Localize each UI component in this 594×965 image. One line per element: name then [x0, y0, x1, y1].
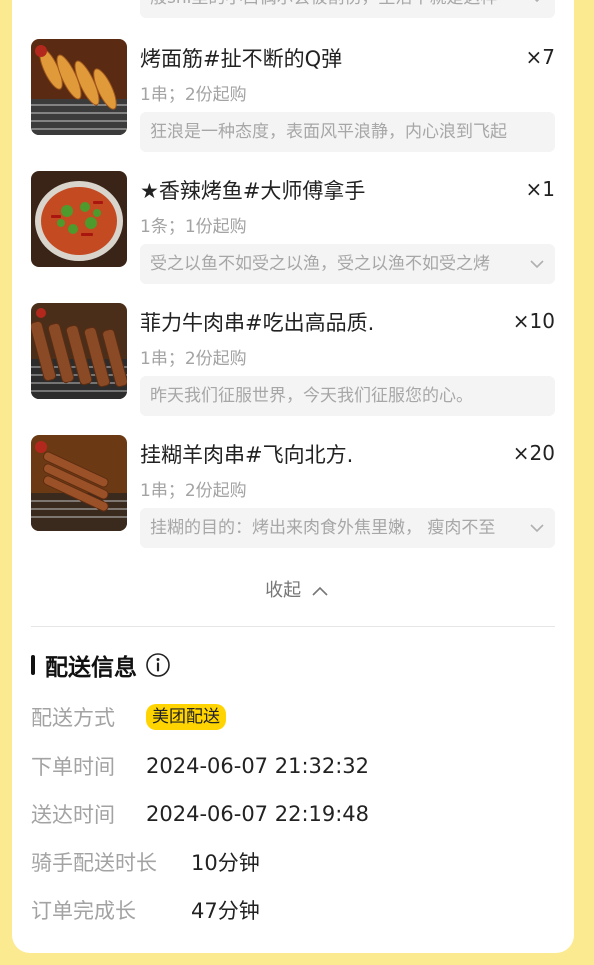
item-name: 菲力牛肉串#吃出高品质. [140, 311, 375, 335]
list-item[interactable]: 菲力牛肉串#吃出高品质. ×10 1串；2份起购 昨天我们征服世界，今天我们征服… [31, 303, 555, 423]
section-accent-bar [31, 655, 35, 675]
beef-skewer-image [31, 303, 127, 399]
lamb-skewer-image [31, 435, 127, 531]
item-note[interactable]: 受之以鱼不如受之以渔，受之以渔不如受之烤 [140, 244, 555, 284]
list-item[interactable]: 烤面筋#扯不断的Q弹 ×7 1串；2份起购 狂浪是一种态度，表面风平浪静，内心浪… [31, 39, 555, 159]
item-spec: 1串；2份起购 [140, 349, 247, 369]
chevron-down-icon [530, 260, 544, 269]
arrival-time-label: 送达时间 [31, 803, 115, 827]
collapse-label: 收起 [265, 580, 302, 601]
item-note-text: 昨天我们征服世界，今天我们征服您的心。 [150, 386, 473, 406]
item-spec: 1串；2份起购 [140, 85, 247, 105]
item-note-text: 受之以鱼不如受之以渔，受之以渔不如受之烤 [150, 254, 490, 274]
list-item[interactable]: ★香辣烤鱼#大师傅拿手 ×1 1条；1份起购 受之以鱼不如受之以渔，受之以渔不如… [31, 171, 555, 291]
grilled-gluten-image [31, 39, 127, 135]
item-spec: 1串；2份起购 [140, 481, 247, 501]
chevron-down-icon [530, 524, 544, 533]
chevron-down-icon [534, 0, 540, 3]
order-duration-label: 订单完成长 [31, 899, 136, 923]
previous-item-note[interactable]: 般shi里的小白偶尔会被割伤，生活不就是这样 [140, 0, 555, 18]
order-duration-row: 订单完成长 47分钟 [31, 895, 260, 925]
item-name: 烤面筋#扯不断的Q弹 [140, 47, 343, 71]
item-quantity: ×10 [512, 309, 555, 333]
collapse-button[interactable]: 收起 [0, 576, 594, 602]
item-quantity: ×7 [525, 45, 555, 69]
item-note[interactable]: 挂糊的目的：烤出来肉食外焦里嫩， 瘦肉不至 [140, 508, 555, 548]
item-note-text: 狂浪是一种态度，表面风平浪静，内心浪到飞起 [150, 122, 507, 142]
delivery-method-row: 配送方式 美团配送 [31, 702, 226, 732]
order-time-value: 2024-06-07 21:32:32 [146, 754, 370, 778]
arrival-time-value: 2024-06-07 22:19:48 [146, 802, 370, 826]
previous-item-note-text: 般shi里的小白偶尔会被割伤，生活不就是这样 [150, 0, 497, 18]
rider-duration-value: 10分钟 [191, 851, 260, 875]
order-duration-value: 47分钟 [191, 899, 260, 923]
item-note-text: 挂糊的目的：烤出来肉食外焦里嫩， 瘦肉不至 [150, 518, 496, 538]
divider [31, 626, 555, 627]
order-time-row: 下单时间 2024-06-07 21:32:32 [31, 751, 369, 781]
delivery-method-label: 配送方式 [31, 706, 115, 730]
chevron-up-icon [312, 586, 328, 596]
item-spec: 1条；1份起购 [140, 217, 247, 237]
arrival-time-row: 送达时间 2024-06-07 22:19:48 [31, 799, 369, 829]
item-name: 挂糊羊肉串#飞向北方. [140, 443, 354, 467]
delivery-method-badge: 美团配送 [146, 704, 226, 730]
grilled-fish-image [31, 171, 127, 267]
section-title-text: 配送信息 [45, 655, 137, 681]
rider-duration-label: 骑手配送时长 [31, 851, 157, 875]
rider-duration-row: 骑手配送时长 10分钟 [31, 847, 260, 877]
item-quantity: ×20 [512, 441, 555, 465]
info-icon[interactable] [145, 652, 171, 678]
delivery-section-title: 配送信息 [31, 648, 171, 682]
list-item[interactable]: 挂糊羊肉串#飞向北方. ×20 1串；2份起购 挂糊的目的：烤出来肉食外焦里嫩，… [31, 435, 555, 555]
item-note[interactable]: 昨天我们征服世界，今天我们征服您的心。 [140, 376, 555, 416]
item-name: ★香辣烤鱼#大师傅拿手 [140, 179, 366, 203]
item-note[interactable]: 狂浪是一种态度，表面风平浪静，内心浪到飞起 [140, 112, 555, 152]
order-time-label: 下单时间 [31, 755, 115, 779]
item-quantity: ×1 [525, 177, 555, 201]
